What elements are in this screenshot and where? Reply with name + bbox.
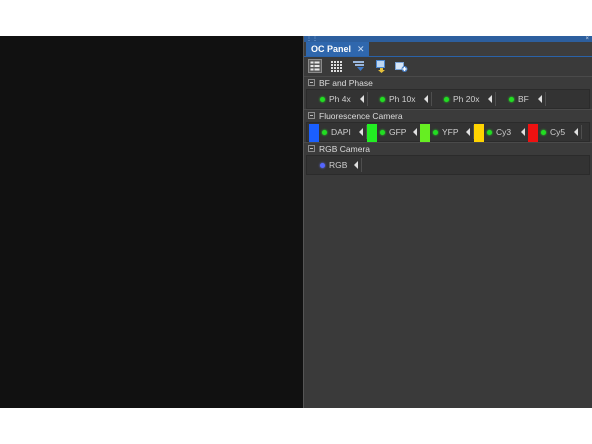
triangle-left-icon[interactable] bbox=[466, 128, 470, 136]
config-label: BF bbox=[518, 94, 529, 104]
status-indicator bbox=[380, 97, 385, 102]
config-item-ph-20x[interactable]: Ph 20x bbox=[441, 92, 497, 106]
config-item-dapi[interactable]: DAPI bbox=[319, 125, 367, 139]
config-item-rgb[interactable]: RGB bbox=[317, 158, 363, 172]
triangle-left-icon[interactable] bbox=[354, 161, 358, 169]
config-item-ph-4x[interactable]: Ph 4x bbox=[317, 92, 369, 106]
config-item-cy5[interactable]: Cy5 bbox=[538, 125, 584, 139]
config-label: GFP bbox=[389, 127, 407, 137]
list-view-icon[interactable] bbox=[308, 59, 322, 73]
channel-color-swatch-gfp bbox=[367, 124, 377, 142]
triangle-left-icon[interactable] bbox=[359, 128, 363, 136]
config-label: Cy3 bbox=[496, 127, 512, 137]
divider bbox=[361, 158, 362, 172]
application-window: ⋮⋮ × OC Panel ✕ BF and Phase Ph 4x Ph 10… bbox=[0, 36, 592, 408]
config-label: YFP bbox=[442, 127, 459, 137]
status-indicator bbox=[509, 97, 514, 102]
triangle-left-icon[interactable] bbox=[424, 95, 428, 103]
divider bbox=[431, 92, 432, 106]
status-indicator bbox=[541, 130, 546, 135]
collapse-toggle-icon[interactable] bbox=[308, 145, 315, 152]
divider bbox=[495, 92, 496, 106]
section-title: RGB Camera bbox=[319, 144, 371, 154]
channel-color-swatch-cy3 bbox=[474, 124, 484, 142]
triangle-left-icon[interactable] bbox=[413, 128, 417, 136]
status-indicator bbox=[433, 130, 438, 135]
config-item-ph-10x[interactable]: Ph 10x bbox=[377, 92, 433, 106]
tab-close-icon[interactable]: ✕ bbox=[357, 44, 365, 54]
status-indicator bbox=[380, 130, 385, 135]
tab-bar: OC Panel ✕ bbox=[304, 42, 592, 57]
section-header-bf-phase[interactable]: BF and Phase bbox=[304, 76, 592, 89]
status-indicator bbox=[320, 97, 325, 102]
config-item-bf[interactable]: BF bbox=[506, 92, 548, 106]
triangle-left-icon[interactable] bbox=[521, 128, 525, 136]
config-row-bf-phase: Ph 4x Ph 10x Ph 20x BF bbox=[306, 89, 590, 109]
panel-toolbar bbox=[304, 58, 592, 76]
collapse-toggle-icon[interactable] bbox=[308, 112, 315, 119]
divider bbox=[581, 125, 582, 139]
config-label: Ph 20x bbox=[453, 94, 480, 104]
config-item-yfp[interactable]: YFP bbox=[430, 125, 476, 139]
config-item-cy3[interactable]: Cy3 bbox=[484, 125, 530, 139]
section-header-rgb[interactable]: RGB Camera bbox=[304, 142, 592, 155]
status-indicator bbox=[320, 163, 325, 168]
config-row-rgb: RGB bbox=[306, 155, 590, 175]
channel-color-swatch-cy5 bbox=[528, 124, 538, 142]
triangle-left-icon[interactable] bbox=[360, 95, 364, 103]
collapse-toggle-icon[interactable] bbox=[308, 79, 315, 86]
divider bbox=[367, 92, 368, 106]
config-label: Ph 4x bbox=[329, 94, 351, 104]
oc-panel: ⋮⋮ × OC Panel ✕ BF and Phase Ph 4x Ph 10… bbox=[303, 36, 592, 408]
status-indicator bbox=[444, 97, 449, 102]
channel-color-swatch-dapi bbox=[309, 124, 319, 142]
tab-oc-panel[interactable]: OC Panel ✕ bbox=[306, 42, 369, 56]
filter-icon[interactable] bbox=[352, 59, 366, 73]
section-title: BF and Phase bbox=[319, 78, 373, 88]
add-config-icon[interactable] bbox=[394, 59, 408, 73]
config-item-gfp[interactable]: GFP bbox=[377, 125, 423, 139]
export-icon[interactable] bbox=[374, 59, 388, 73]
tab-label: OC Panel bbox=[311, 44, 352, 54]
channel-color-swatch-yfp bbox=[420, 124, 430, 142]
section-header-fluorescence[interactable]: Fluorescence Camera bbox=[304, 109, 592, 122]
divider bbox=[545, 92, 546, 106]
config-label: RGB bbox=[329, 160, 348, 170]
triangle-left-icon[interactable] bbox=[538, 95, 542, 103]
triangle-left-icon[interactable] bbox=[574, 128, 578, 136]
section-title: Fluorescence Camera bbox=[319, 111, 403, 121]
status-indicator bbox=[487, 130, 492, 135]
config-label: Ph 10x bbox=[389, 94, 416, 104]
config-label: Cy5 bbox=[550, 127, 566, 137]
grid-view-icon[interactable] bbox=[329, 59, 343, 73]
triangle-left-icon[interactable] bbox=[488, 95, 492, 103]
config-label: DAPI bbox=[331, 127, 351, 137]
config-row-fluorescence: DAPI GFP YFP Cy3 Cy5 bbox=[306, 122, 590, 142]
status-indicator bbox=[322, 130, 327, 135]
image-viewer[interactable] bbox=[0, 36, 303, 408]
